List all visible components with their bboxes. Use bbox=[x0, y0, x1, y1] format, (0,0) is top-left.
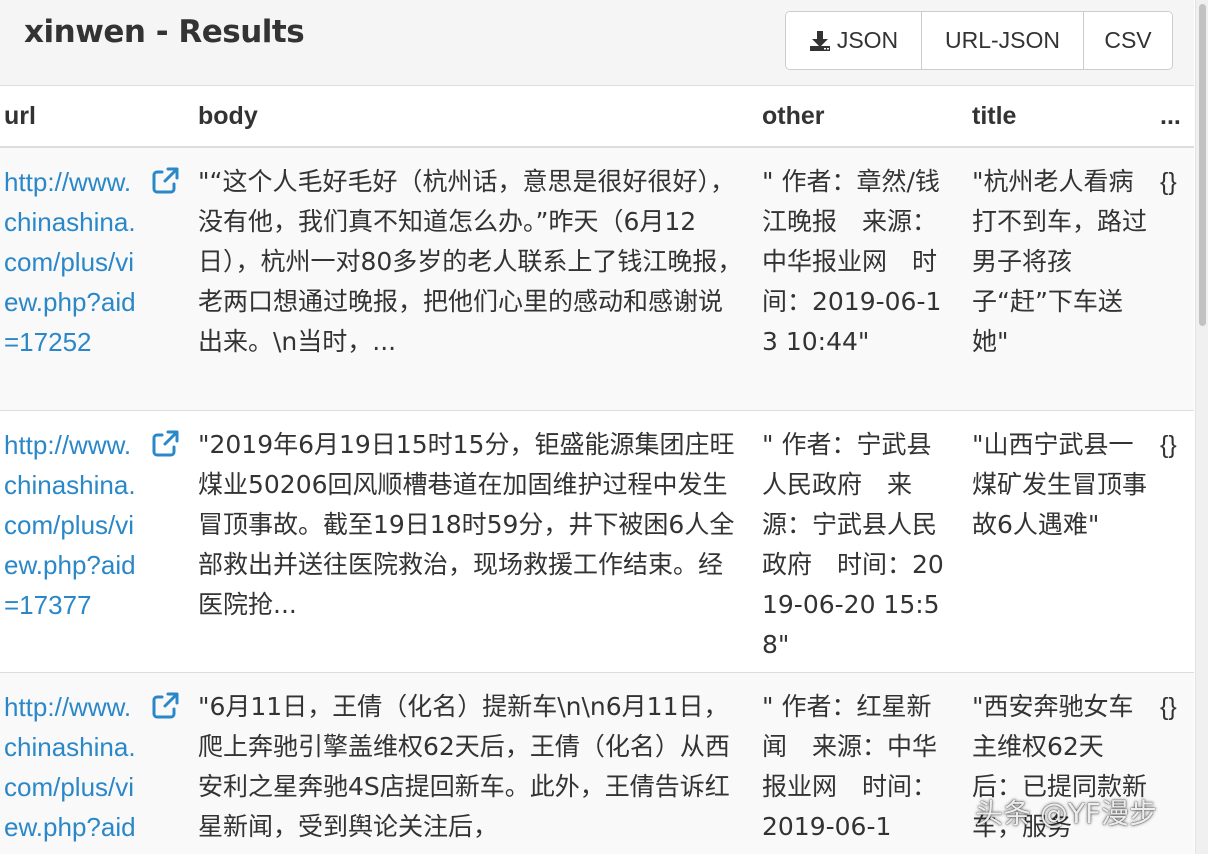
more-cell: {} bbox=[1160, 168, 1177, 196]
column-header-title[interactable]: title bbox=[972, 102, 1016, 131]
page-header: xinwen - Results JSON URL-JSON CSV bbox=[0, 0, 1194, 86]
json-export-label: JSON bbox=[836, 27, 899, 53]
table-header: url body other title ... bbox=[0, 86, 1194, 148]
column-header-body[interactable]: body bbox=[198, 102, 258, 131]
external-link-icon[interactable] bbox=[150, 691, 180, 721]
other-cell: " 作者：红星新闻 来源：中华报业网 时间：2019-06-1 bbox=[762, 692, 938, 841]
column-header-more[interactable]: ... bbox=[1160, 102, 1181, 131]
title-cell: "西安奔驰女车主维权62天后：已提同款新车，服务 bbox=[972, 692, 1148, 841]
url-link[interactable]: http://www.chinashina.com/plus/view.php?… bbox=[4, 687, 139, 854]
json-export-button[interactable]: JSON bbox=[786, 12, 922, 69]
page-title: xinwen - Results bbox=[24, 14, 305, 50]
more-cell: {} bbox=[1160, 431, 1177, 459]
table-row: http://www.chinashina.com/plus/view.php?… bbox=[0, 411, 1194, 673]
table-row: http://www.chinashina.com/plus/view.php?… bbox=[0, 673, 1194, 854]
scrollbar-thumb[interactable] bbox=[1199, 4, 1206, 326]
url-link[interactable]: http://www.chinashina.com/plus/view.php?… bbox=[4, 425, 139, 625]
url-json-export-label: URL-JSON bbox=[944, 27, 1060, 53]
column-header-url[interactable]: url bbox=[4, 102, 36, 131]
export-button-group: JSON URL-JSON CSV bbox=[785, 11, 1173, 70]
title-cell: "杭州老人看病打不到车，路过男子将孩子“赶”下车送她" bbox=[972, 167, 1148, 356]
external-link-icon[interactable] bbox=[150, 429, 180, 459]
vertical-scrollbar[interactable] bbox=[1195, 0, 1208, 854]
title-cell: "山西宁武县一煤矿发生冒顶事故6人遇难" bbox=[972, 430, 1148, 539]
download-icon bbox=[809, 30, 830, 51]
other-cell: " 作者：章然/钱江晚报 来源：中华报业网 时间：2019-06-13 10:4… bbox=[762, 167, 942, 356]
more-cell: {} bbox=[1160, 693, 1177, 721]
other-cell: " 作者：宁武县人民政府 来源：宁武县人民政府 时间：2019-06-20 15… bbox=[762, 430, 944, 659]
url-json-export-button[interactable]: URL-JSON bbox=[922, 12, 1084, 69]
external-link-icon[interactable] bbox=[150, 166, 180, 196]
csv-export-button[interactable]: CSV bbox=[1084, 12, 1172, 69]
url-link[interactable]: http://www.chinashina.com/plus/view.php?… bbox=[4, 162, 139, 362]
csv-export-label: CSV bbox=[1104, 27, 1152, 53]
body-cell: "“这个人毛好毛好（杭州话，意思是很好很好），没有他，我们真不知道怎么办。”昨天… bbox=[198, 167, 743, 356]
body-cell: "2019年6月19日15时15分，钜盛能源集团庄旺煤业50206回风顺槽巷道在… bbox=[198, 430, 735, 619]
results-page: xinwen - Results JSON URL-JSON CSV url b… bbox=[0, 0, 1208, 854]
table-row: http://www.chinashina.com/plus/view.php?… bbox=[0, 148, 1194, 411]
column-header-other[interactable]: other bbox=[762, 102, 825, 131]
body-cell: "6月11日，王倩（化名）提新车\n\n6月11日，爬上奔驰引擎盖维权62天后，… bbox=[198, 692, 730, 841]
